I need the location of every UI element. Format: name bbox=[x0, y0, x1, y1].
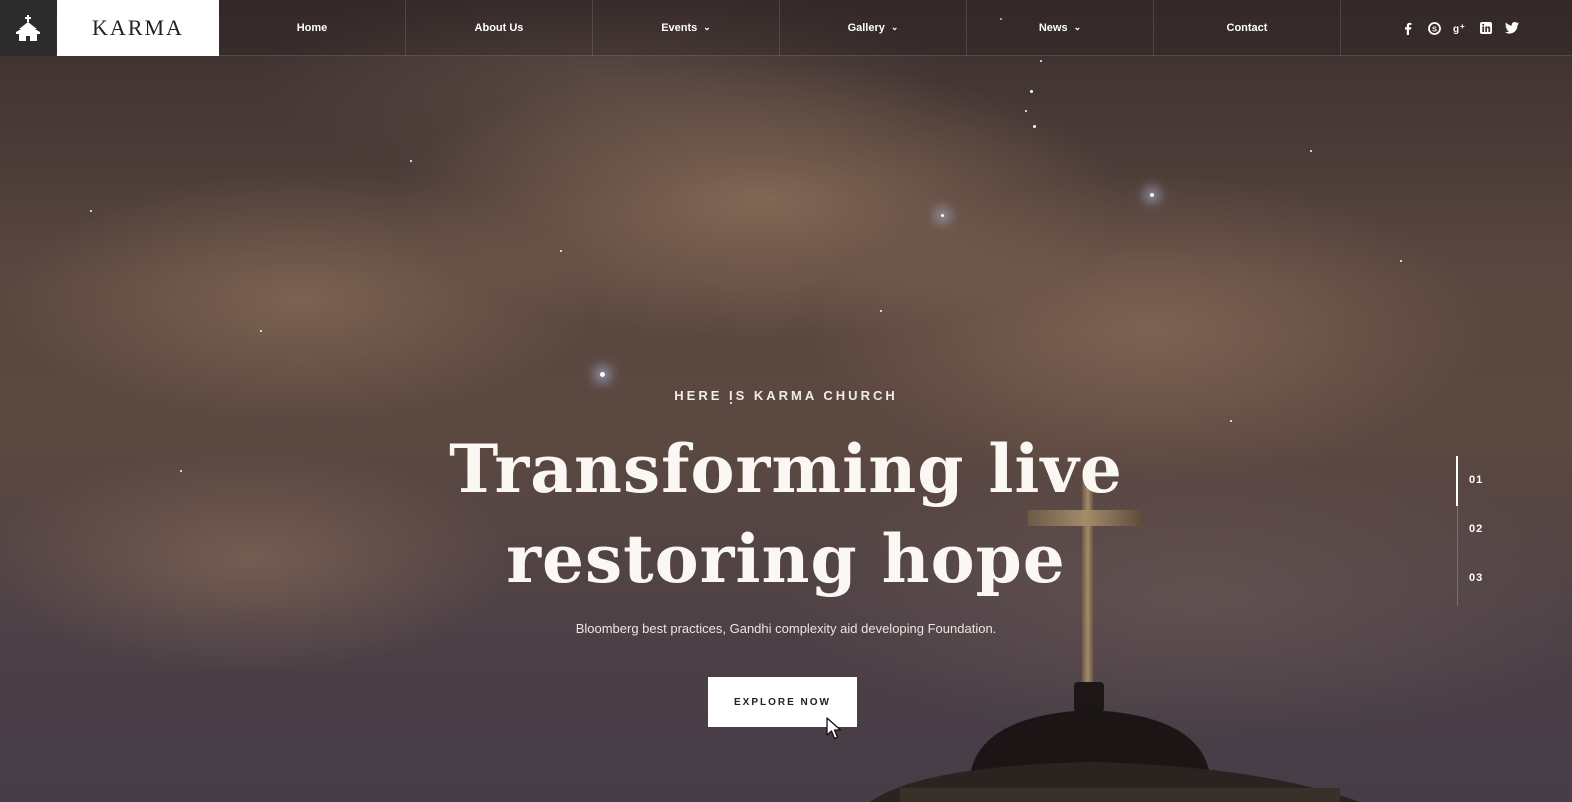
facebook-icon[interactable] bbox=[1400, 20, 1416, 36]
explore-now-label: EXPLORE NOW bbox=[733, 696, 831, 708]
nav-item-gallery[interactable]: Gallery ⌄ bbox=[780, 0, 967, 56]
star bbox=[880, 310, 882, 312]
nav-item-label: Home bbox=[296, 22, 328, 34]
nav-item-contact[interactable]: Contact bbox=[1154, 0, 1341, 56]
linkedin-icon[interactable] bbox=[1478, 20, 1494, 36]
star bbox=[1230, 420, 1232, 422]
nav-item-label: Contact bbox=[1226, 22, 1268, 34]
hero-subtext: Bloomberg best practices, Gandhi complex… bbox=[575, 621, 997, 636]
nav-item-label: About Us bbox=[474, 22, 524, 34]
hero-headline-line-1: Transforming live bbox=[449, 430, 1123, 508]
star bbox=[260, 330, 262, 332]
chevron-down-icon: ⌄ bbox=[1073, 21, 1082, 32]
star bbox=[90, 210, 92, 212]
star bbox=[600, 372, 605, 377]
star bbox=[1025, 110, 1027, 112]
slide-02-button[interactable]: 02 bbox=[1469, 523, 1483, 535]
home-icon-button[interactable] bbox=[0, 0, 56, 56]
nav-item-home[interactable]: Home bbox=[219, 0, 406, 56]
skype-icon[interactable]: S bbox=[1426, 20, 1442, 36]
site-logo[interactable]: KARMA bbox=[57, 0, 219, 56]
google-plus-icon[interactable]: g + bbox=[1452, 20, 1468, 36]
chevron-down-icon: ⌄ bbox=[703, 21, 711, 32]
nav-item-about-us[interactable]: About Us bbox=[406, 0, 593, 56]
top-navigation: KARMA Home About Us Events ⌄ Gallery ⌄ N… bbox=[0, 0, 1572, 56]
nav-item-label: News bbox=[1038, 22, 1068, 34]
church-icon bbox=[16, 15, 40, 41]
mouse-cursor-icon bbox=[826, 717, 842, 740]
star bbox=[1030, 90, 1033, 93]
star bbox=[1400, 260, 1402, 262]
star bbox=[410, 160, 412, 162]
svg-text:g: g bbox=[1453, 24, 1459, 35]
pager-active-indicator bbox=[1456, 456, 1458, 506]
nav-item-events[interactable]: Events ⌄ bbox=[593, 0, 780, 56]
logo-text: KARMA bbox=[92, 15, 184, 40]
twitter-icon[interactable] bbox=[1504, 20, 1520, 36]
nav-item-news[interactable]: News ⌄ bbox=[967, 0, 1154, 56]
star bbox=[941, 214, 944, 217]
star bbox=[1033, 125, 1036, 128]
hero-headline-line-2: restoring hope bbox=[506, 520, 1066, 598]
star bbox=[1150, 193, 1154, 197]
hero-eyebrow: HERE IS KARMA CHURCH bbox=[674, 388, 898, 403]
nav-item-label: Events bbox=[661, 22, 698, 34]
main-menu: Home About Us Events ⌄ Gallery ⌄ News ⌄ … bbox=[219, 0, 1341, 56]
nav-item-label: Gallery bbox=[847, 22, 885, 34]
star bbox=[560, 250, 562, 252]
svg-text:+: + bbox=[1460, 22, 1465, 31]
svg-text:S: S bbox=[1431, 24, 1436, 33]
star bbox=[1040, 60, 1042, 62]
hero-headline: Transforming live restoring hope bbox=[0, 424, 1572, 604]
slide-03-button[interactable]: 03 bbox=[1469, 572, 1483, 584]
social-links: S g + bbox=[1400, 0, 1520, 56]
slide-01-button[interactable]: 01 bbox=[1469, 474, 1483, 486]
chevron-down-icon: ⌄ bbox=[890, 21, 899, 32]
star bbox=[1310, 150, 1312, 152]
